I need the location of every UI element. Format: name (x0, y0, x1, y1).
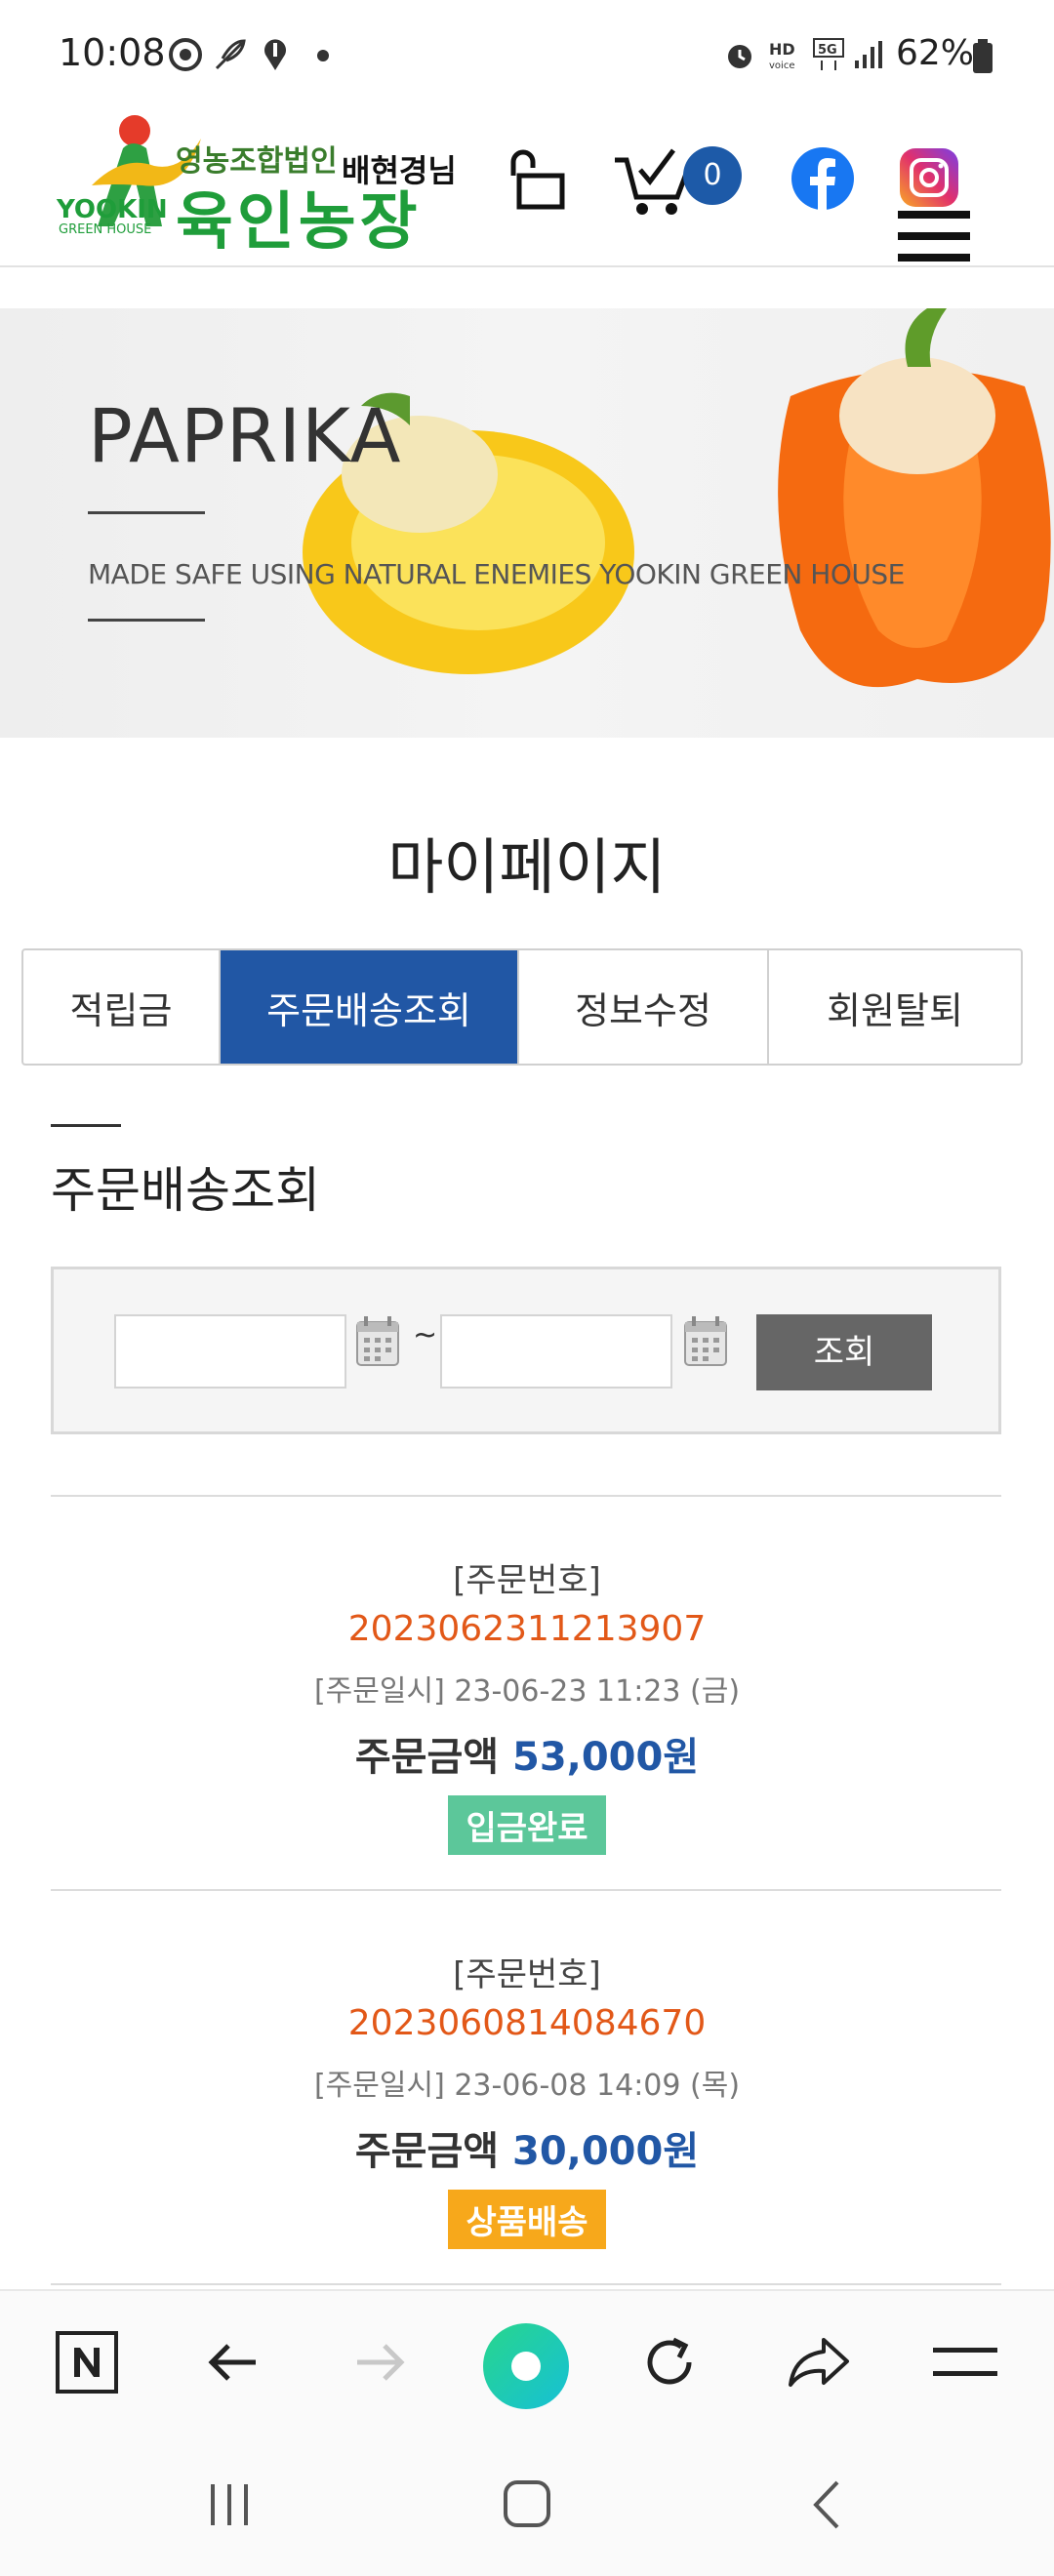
calendar-icon[interactable] (682, 1314, 729, 1369)
order-item[interactable]: [주문번호] 2023062311213907 [주문일시] 23-06-23 … (0, 1553, 1054, 1855)
chrome-icon (169, 38, 202, 71)
location-icon (264, 39, 286, 70)
order-amount-label: 주문금액 (354, 2129, 500, 2174)
status-bar: 10:08 HD voice 5G 62% (0, 0, 1054, 107)
logo-english: YOOKIN (57, 195, 168, 224)
search-button[interactable]: 조회 (756, 1314, 932, 1390)
dot-icon (317, 50, 329, 61)
forward-arrow-icon[interactable] (347, 2330, 412, 2395)
start-date-input[interactable] (114, 1314, 346, 1389)
logo-english-sub: GREEN HOUSE (59, 222, 152, 237)
order-amount-label: 주문금액 (354, 1735, 500, 1780)
order-number-label: [주문번호] (453, 1561, 601, 1600)
mypage-tabs: 적립금 주문배송조회 정보수정 회원탈퇴 (21, 948, 1023, 1066)
end-date-input[interactable] (440, 1314, 672, 1389)
page-title: 마이페이지 (387, 831, 667, 903)
browser-toolbar (0, 2289, 1054, 2437)
banner-divider (88, 619, 205, 622)
divider (51, 1889, 1001, 1891)
tab-order-tracking[interactable]: 주문배송조회 (221, 950, 519, 1064)
back-icon[interactable] (806, 2478, 845, 2531)
tab-withdraw[interactable]: 회원탈퇴 (769, 950, 1021, 1064)
signal-icon (855, 41, 882, 68)
green-dot-icon[interactable] (482, 2322, 570, 2410)
svg-text:5G: 5G (818, 43, 837, 58)
banner-title: PAPRIKA (88, 392, 402, 479)
user-name: 배현경님 (342, 152, 457, 189)
hd-voice-icon: HDvoice (769, 40, 795, 71)
tab-edit-info[interactable]: 정보수정 (519, 950, 769, 1064)
order-date: [주문일시] 23-06-23 11:23 (금) (313, 1674, 741, 1709)
order-amount: 주문금액 30,000원 (0, 2119, 1054, 2176)
order-number[interactable]: 2023060814084670 (0, 2003, 1054, 2043)
banner-divider (88, 511, 205, 514)
status-time: 10:08 (59, 31, 166, 74)
instagram-icon[interactable] (898, 146, 960, 209)
menu-icon[interactable] (931, 2338, 999, 2387)
hero-banner: PAPRIKA MADE SAFE USING NATURAL ENEMIES … (0, 308, 1054, 738)
svg-text:voice: voice (769, 60, 794, 71)
unlock-icon[interactable] (507, 146, 572, 211)
divider (51, 2283, 1001, 2285)
tab-points[interactable]: 적립금 (23, 950, 221, 1064)
cart-count-badge: 0 (683, 146, 742, 205)
share-icon[interactable] (785, 2330, 853, 2395)
section-title: 주문배송조회 (51, 1162, 320, 1219)
feather-icon (215, 39, 246, 70)
divider (51, 1495, 1001, 1497)
alarm-icon (728, 45, 751, 68)
order-number[interactable]: 2023062311213907 (0, 1609, 1054, 1649)
section-divider (51, 1124, 121, 1127)
hamburger-menu-icon[interactable] (898, 207, 970, 265)
order-amount-value: 30,000원 (511, 2129, 700, 2174)
recent-apps-icon[interactable] (205, 2480, 254, 2529)
svg-text:HD: HD (769, 40, 795, 59)
5g-icon: 5G (813, 38, 844, 70)
order-date: [주문일시] 23-06-08 14:09 (목) (313, 2069, 741, 2103)
naver-home-icon[interactable] (55, 2330, 119, 2395)
site-header: YOOKIN GREEN HOUSE 영농조합법인 육인농장 배현경님 0 (0, 98, 1054, 267)
calendar-icon[interactable] (354, 1314, 401, 1369)
back-arrow-icon[interactable] (201, 2330, 265, 2395)
banner-subtitle: MADE SAFE USING NATURAL ENEMIES YOOKIN G… (88, 558, 905, 590)
home-icon[interactable] (502, 2478, 552, 2529)
orange-pepper-image (778, 308, 1051, 688)
order-status-badge: 상품배송 (448, 2190, 606, 2249)
order-number-label: [주문번호] (453, 1955, 601, 1994)
facebook-icon[interactable] (790, 146, 855, 211)
refresh-icon[interactable] (638, 2330, 703, 2395)
order-amount: 주문금액 53,000원 (0, 1725, 1054, 1782)
battery-percent: 62% (896, 33, 975, 73)
order-item[interactable]: [주문번호] 2023060814084670 [주문일시] 23-06-08 … (0, 1948, 1054, 2249)
date-range-separator: ~ (413, 1318, 438, 1352)
order-amount-value: 53,000원 (511, 1735, 700, 1780)
system-nav-bar (0, 2435, 1054, 2576)
battery-icon (973, 39, 993, 73)
date-search-box: ~ 조회 (51, 1267, 1001, 1434)
order-status-badge: 입금완료 (448, 1795, 606, 1855)
